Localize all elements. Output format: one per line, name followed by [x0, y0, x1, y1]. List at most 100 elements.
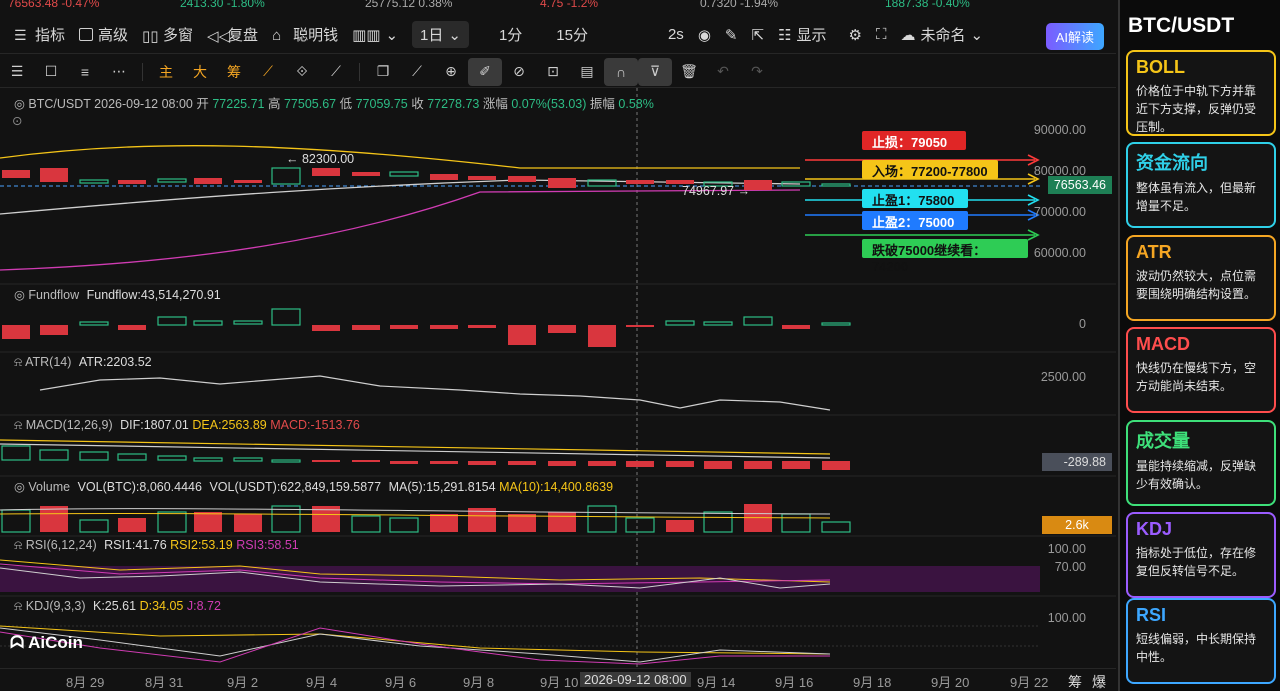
advanced-label: 高级 — [98, 27, 129, 44]
low-value: 77059.75 — [355, 97, 408, 111]
tag-icon: ⌂ — [272, 26, 282, 44]
display-button[interactable]: ☷ 显示 — [778, 24, 826, 45]
candle-icon: ▥▥ — [352, 26, 381, 44]
filter-icon[interactable]: ⊽ — [638, 57, 672, 86]
volume-btc-value: VOL(BTC):8,060.4446 — [77, 480, 202, 494]
more-icon[interactable]: ⋯ — [102, 58, 136, 86]
interval-select[interactable]: 1日 ⌄ — [412, 21, 469, 48]
camera-icon[interactable]: ◉ — [698, 26, 711, 44]
open-value: 77225.71 — [212, 97, 265, 111]
indicators-button[interactable]: ☰ 指标 — [14, 24, 65, 45]
amplitude-value: 0.58% — [618, 97, 654, 111]
macd-bar — [39, 449, 69, 461]
interval-1m[interactable]: 1分 — [499, 24, 522, 45]
liquidation-toggle[interactable]: 爆 — [1092, 672, 1106, 691]
volume-card: 成交量 量能持续缩减，反弹缺少有效确认。 — [1126, 420, 1276, 506]
ruler-icon[interactable]: ⟋ — [400, 58, 434, 86]
rsi-axis-tick: 70.00 — [1054, 560, 1086, 574]
chips-button[interactable]: 筹 — [217, 58, 251, 86]
volume-bar — [548, 512, 576, 532]
undo-icon[interactable]: ↶ — [706, 58, 740, 86]
line-tool-icon[interactable]: ⟋ — [319, 58, 353, 86]
volume-bar — [351, 515, 381, 533]
trend-tool-icon[interactable]: ⟋ — [251, 58, 285, 86]
divider — [142, 62, 143, 81]
kdj-axis-tick: 100.00 — [1047, 611, 1086, 625]
macd-bar — [1, 445, 31, 461]
take-profit-2-label: 止盈2：75000 — [862, 211, 968, 230]
layout-name-label: 未命名 — [920, 27, 966, 44]
layout-name-dropdown[interactable]: ☁ 未命名 ⌄ — [901, 24, 984, 45]
eye-icon[interactable]: ◎ — [14, 97, 25, 111]
chevron-down-icon: ⌄ — [385, 26, 399, 44]
edit-tool-icon[interactable]: ⟐ — [285, 58, 319, 86]
lines-icon[interactable]: ≡ — [68, 58, 102, 86]
time-tick: 9月 10 — [540, 675, 579, 690]
main-indicator-button[interactable]: 主 — [149, 58, 183, 86]
pencil-icon[interactable]: ✎ — [725, 26, 738, 44]
time-tick: 9月 4 — [306, 675, 338, 690]
advanced-button[interactable]: 高级 — [79, 24, 128, 45]
change-label: 涨幅 — [482, 97, 508, 111]
refresh-2s[interactable]: 2s — [668, 26, 684, 43]
macd-bar — [588, 461, 616, 466]
replay-button[interactable]: ◁◁ 复盘 — [207, 24, 258, 45]
interval-15m[interactable]: 15分 — [556, 24, 588, 45]
time-axis[interactable]: 8月 29 8月 31 9月 2 9月 4 9月 6 9月 8 9月 10 20… — [0, 668, 1116, 691]
ai-interpret-button[interactable]: AI解读 — [1045, 23, 1104, 50]
indicators-label: 指标 — [35, 27, 66, 44]
eye-icon[interactable]: ◎ — [14, 288, 25, 302]
template-icon[interactable]: ▤ — [570, 58, 604, 86]
breakdown-target-label: 跌破75000继续看：74200 — [862, 239, 1028, 274]
share-icon[interactable]: ⇱ — [751, 26, 764, 44]
bell-icon[interactable]: ⍾ — [14, 418, 22, 432]
settings-icon[interactable]: ⚙ — [849, 26, 862, 44]
menu-icon[interactable]: ☰ — [0, 58, 34, 86]
time-tick: 9月 22 — [1010, 675, 1049, 690]
close-label: 收 — [411, 97, 424, 111]
card-desc: 波动仍然较大，点位需要围绕明确结构设置。 — [1136, 269, 1257, 301]
ticker-item[interactable]: 25775.12 0.38% — [365, 0, 452, 10]
volume-bar — [118, 518, 146, 532]
redo-icon[interactable]: ↷ — [740, 58, 774, 86]
macd-bar — [626, 461, 654, 467]
ticker-item[interactable]: 76563.48 -0.47% — [8, 0, 99, 10]
bell-icon[interactable]: ⍾ — [14, 538, 22, 552]
multiwindow-button[interactable]: ▯▯ 多窗 — [142, 24, 193, 45]
ticker-item[interactable]: 1887.38 -0.40% — [885, 0, 970, 10]
lock-icon[interactable]: ⊡ — [536, 58, 570, 86]
square-icon[interactable]: ☐ — [34, 58, 68, 86]
volume-bar — [625, 517, 655, 533]
fundflow-bar — [430, 325, 458, 329]
kdj-j-value: J:8.72 — [186, 599, 221, 613]
ticker-item[interactable]: 4.75 -1.2% — [540, 0, 598, 10]
card-title: 资金流向 — [1136, 153, 1208, 173]
kdj-k-value: K:25.61 — [93, 599, 137, 613]
time-tick: 9月 8 — [463, 675, 495, 690]
volume-bar — [587, 505, 617, 533]
magnet-icon[interactable]: ∩ — [604, 57, 638, 86]
smart-money-button[interactable]: ⌂ 聪明钱 — [272, 24, 338, 45]
hide-icon[interactable]: ⊘ — [502, 58, 536, 86]
ticker-item[interactable]: 2413.30 -1.80% — [180, 0, 265, 10]
copy-icon[interactable]: ❐ — [366, 58, 400, 86]
brush-icon[interactable]: ✐ — [468, 57, 502, 86]
chips-toggle[interactable]: 筹 — [1068, 672, 1082, 691]
zoom-in-icon[interactable]: ⊕ — [434, 58, 468, 86]
bell-icon[interactable]: ⍾ — [14, 355, 22, 369]
chart-type-dropdown[interactable]: ▥▥ ⌄ — [352, 26, 398, 44]
macd-bar — [430, 461, 458, 464]
kdj-d-line — [0, 625, 831, 655]
expand-icon[interactable]: ⊙ — [12, 113, 22, 128]
fullscreen-icon[interactable]: ⛶ — [876, 26, 887, 43]
rsi-name: RSI(6,12,24) — [25, 538, 97, 552]
volume-bar — [194, 512, 222, 532]
big-order-button[interactable]: 大 — [183, 58, 217, 86]
trash-icon[interactable]: 🗑 — [672, 58, 706, 86]
macd-bar — [193, 457, 223, 462]
bell-icon[interactable]: ⍾ — [14, 599, 22, 613]
rsi-axis-tick: 100.00 — [1047, 542, 1086, 556]
fundflow-header: ◎ Fundflow Fundflow:43,514,270.91 — [14, 287, 221, 302]
eye-icon[interactable]: ◎ — [14, 480, 25, 494]
ticker-item[interactable]: 0.7320 -1.94% — [700, 0, 778, 10]
